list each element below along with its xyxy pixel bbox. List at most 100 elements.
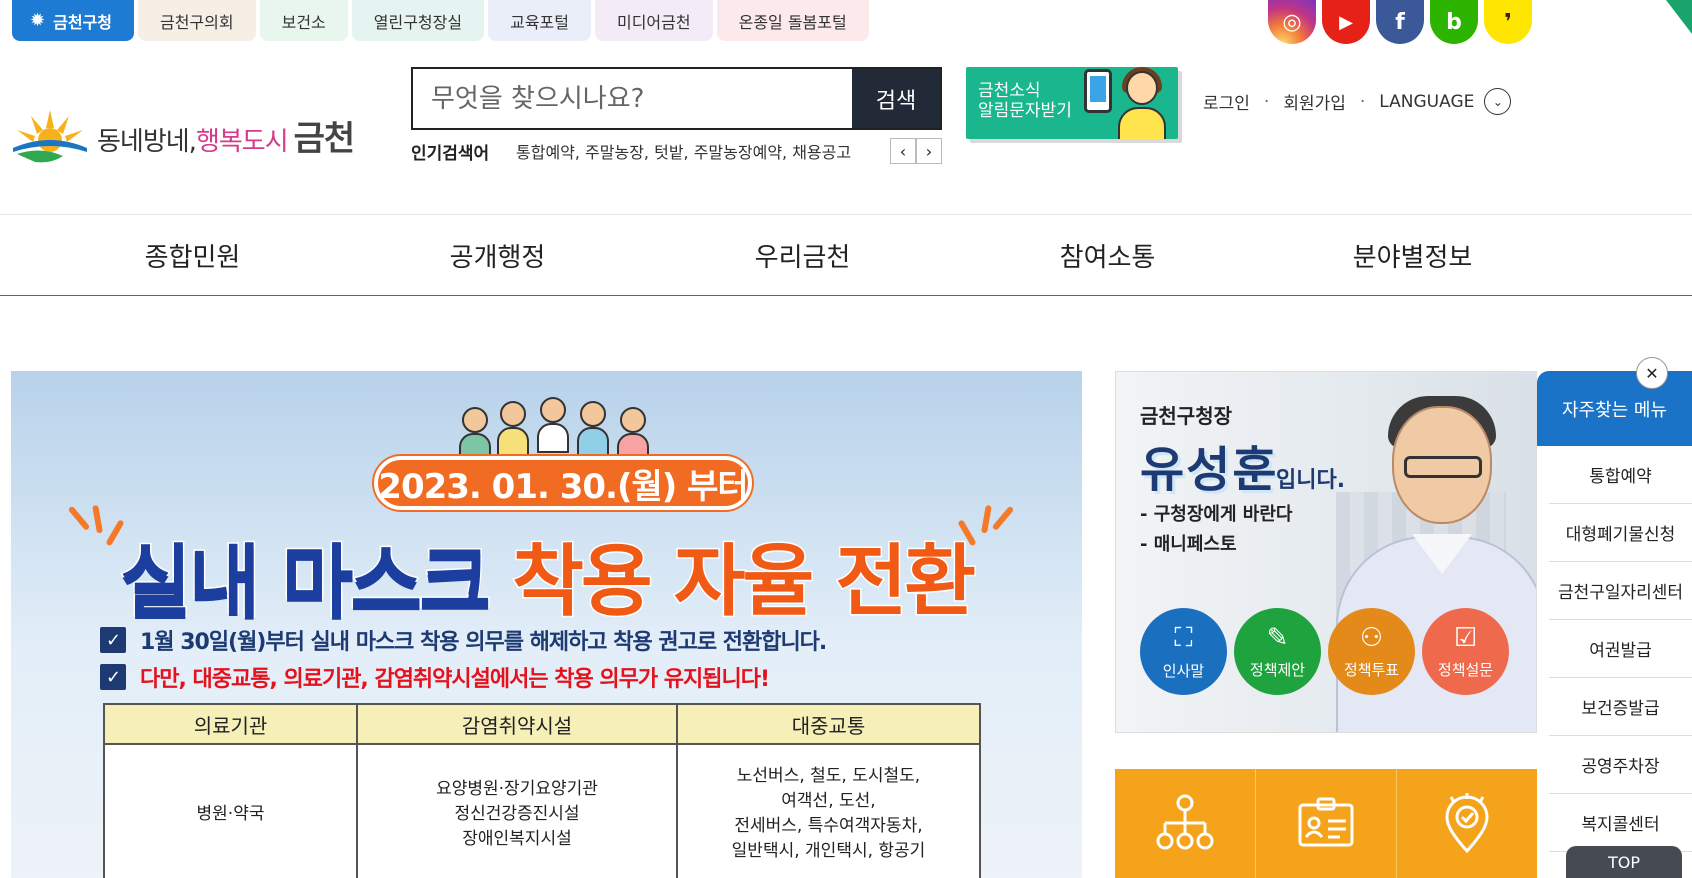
favorite-item-welfare-call[interactable]: 복지콜센터 bbox=[1549, 794, 1692, 852]
kakao-icon[interactable]: ❜ bbox=[1484, 0, 1532, 44]
popular-label: 인기검색어 bbox=[411, 143, 490, 164]
checkbox-icon: ✓ bbox=[100, 627, 126, 653]
site-tab-label: 보건소 bbox=[281, 12, 326, 32]
mayor-panel: 금천구청장 유성훈 입니다. - 구청장에게 바란다 - 매니페스토 ⛶ 인사말 … bbox=[1115, 371, 1537, 733]
favorite-item-bulky-waste[interactable]: 대형폐기물신청 bbox=[1549, 504, 1692, 562]
table-cell: 요양병원·장기요양기관 정신건강증진시설 장애인복지시설 bbox=[356, 743, 678, 878]
mayor-greeting-button[interactable]: ⛶ 인사말 bbox=[1140, 608, 1227, 695]
policy-proposal-button[interactable]: ✎ 정책제안 bbox=[1234, 608, 1321, 695]
survey-icon: ☑ bbox=[1453, 623, 1478, 653]
site-tab-label: 열린구청장실 bbox=[373, 12, 463, 32]
scroll-top-button[interactable]: TOP bbox=[1566, 846, 1682, 878]
sms-banner-line1: 금천소식 bbox=[978, 81, 1041, 101]
utility-links: 로그인 · 회원가입 · LANGUAGE ⌄ bbox=[1203, 88, 1512, 115]
location-pin-icon bbox=[1445, 792, 1489, 853]
blog-icon[interactable]: b bbox=[1430, 0, 1478, 44]
favorite-item-reservation[interactable]: 통합예약 bbox=[1549, 446, 1692, 504]
banner-title: 실내 마스크 착용 자율 전환 bbox=[11, 519, 1082, 631]
logo-sun-icon bbox=[13, 110, 87, 163]
site-tab-label: 미디어금천 bbox=[616, 12, 691, 32]
youtube-icon[interactable]: ▶ bbox=[1322, 0, 1370, 44]
site-tab-media[interactable]: 미디어금천 bbox=[594, 0, 713, 41]
facebook-icon[interactable]: f bbox=[1376, 0, 1424, 44]
policy-survey-button[interactable]: ☑ 정책설문 bbox=[1422, 608, 1509, 695]
gnb-item-civil-affairs[interactable]: 종합민원 bbox=[40, 215, 345, 295]
close-icon[interactable]: ✕ bbox=[1636, 357, 1668, 389]
site-logo[interactable]: 동네방네,행복도시 금천 bbox=[11, 106, 355, 164]
site-tab-label: 금천구의회 bbox=[159, 12, 234, 32]
site-tab-geumcheon[interactable]: ✹ 금천구청 bbox=[12, 0, 134, 41]
quick-links bbox=[1115, 769, 1537, 878]
id-card-icon bbox=[1298, 797, 1354, 846]
main-navigation: 종합민원 공개행정 우리금천 참여소통 분야별정보 bbox=[0, 214, 1692, 296]
site-tab-care[interactable]: 온종일 돌봄포털 bbox=[716, 0, 869, 41]
gnb-item-field-info[interactable]: 분야별정보 bbox=[1260, 215, 1565, 295]
mayor-link-request[interactable]: - 구청장에게 바란다 bbox=[1140, 500, 1292, 526]
quick-link-organization[interactable] bbox=[1115, 769, 1256, 878]
person-illustration bbox=[1114, 67, 1170, 139]
quick-link-location[interactable] bbox=[1397, 769, 1537, 878]
popular-nav: ‹ › bbox=[890, 138, 942, 164]
logo-flower-icon: ✹ bbox=[30, 10, 46, 31]
chevron-down-icon[interactable]: ⌄ bbox=[1484, 88, 1512, 115]
site-tab-label: 교육포털 bbox=[510, 12, 569, 32]
circle-label: 정책제안 bbox=[1249, 661, 1306, 679]
gnb-item-open-admin[interactable]: 공개행정 bbox=[345, 215, 650, 295]
mayor-suffix: 입니다. bbox=[1276, 468, 1346, 493]
checkbox-icon: ✓ bbox=[100, 664, 126, 690]
table-cell: 병원·약국 bbox=[103, 743, 358, 878]
favorite-item-parking[interactable]: 공영주차장 bbox=[1549, 736, 1692, 794]
popular-keyword-list[interactable]: 통합예약, 주말농장, 텃밭, 주말농장예약, 채용공고 bbox=[516, 139, 886, 163]
circle-label: 정책설문 bbox=[1437, 661, 1494, 679]
sns-links: ◎ ▶ f b ❜ bbox=[1268, 0, 1532, 44]
site-tab-education[interactable]: 교육포털 bbox=[488, 0, 591, 41]
gnb-item-our-geumcheon[interactable]: 우리금천 bbox=[650, 215, 955, 295]
site-tab-council[interactable]: 금천구의회 bbox=[137, 0, 256, 41]
logo-text: 동네방네,행복도시 금천 bbox=[97, 111, 355, 160]
org-chart-icon bbox=[1156, 794, 1214, 849]
favorite-menu-title: 자주찾는 메뉴 bbox=[1537, 371, 1692, 446]
cheering-people-illustration bbox=[441, 375, 671, 463]
podium-icon: ⛶ bbox=[1174, 622, 1193, 653]
pencil-icon: ✎ bbox=[1266, 623, 1289, 653]
chevron-right-icon[interactable]: › bbox=[916, 138, 942, 164]
sms-subscribe-banner[interactable]: 금천소식 알림문자받기 bbox=[966, 67, 1178, 139]
policy-vote-button[interactable]: ⚇ 정책투표 bbox=[1328, 608, 1415, 695]
banner-check-2: ✓ 다만, 대중교통, 의료기관, 감염취약시설에서는 착용 의무가 유지됩니다… bbox=[100, 661, 770, 693]
table-header: 대중교통 bbox=[676, 703, 981, 745]
sms-banner-text: 금천소식 알림문자받기 bbox=[978, 81, 1072, 121]
mayor-label: 금천구청장 bbox=[1140, 404, 1232, 428]
banner-date: 2023. 01. 30.(월) 부터 bbox=[374, 456, 752, 510]
phone-icon bbox=[1084, 69, 1112, 113]
instagram-icon[interactable]: ◎ bbox=[1268, 0, 1316, 44]
people-icon: ⚇ bbox=[1359, 623, 1384, 653]
site-tab-label: 온종일 돌봄포털 bbox=[738, 12, 847, 32]
banner-check-2-text: 다만, 대중교통, 의료기관, 감염취약시설에서는 착용 의무가 유지됩니다! bbox=[140, 667, 770, 692]
search-box: 검색 bbox=[411, 67, 942, 130]
site-tabs: ✹ 금천구청 금천구의회 보건소 열린구청장실 교육포털 미디어금천 온종일 돌… bbox=[12, 0, 869, 41]
signup-link[interactable]: 회원가입 bbox=[1283, 89, 1346, 114]
table-cell: 노선버스, 철도, 도시철도, 여객선, 도선, 전세버스, 특수여객자동차, … bbox=[676, 743, 981, 878]
favorite-item-health-cert[interactable]: 보건증발급 bbox=[1549, 678, 1692, 736]
mayor-link-manifesto[interactable]: - 매니페스토 bbox=[1140, 530, 1237, 556]
gnb-item-participation[interactable]: 참여소통 bbox=[955, 215, 1260, 295]
site-tab-health[interactable]: 보건소 bbox=[259, 0, 348, 41]
sms-banner-line2: 알림문자받기 bbox=[978, 101, 1072, 121]
language-link[interactable]: LANGUAGE bbox=[1379, 92, 1474, 112]
separator: · bbox=[1263, 91, 1270, 112]
banner-check-1-text: 1월 30일(월)부터 실내 마스크 착용 의무를 해제하고 착용 권고로 전환… bbox=[140, 630, 827, 655]
chevron-left-icon[interactable]: ‹ bbox=[890, 138, 916, 164]
favorite-item-passport[interactable]: 여권발급 bbox=[1549, 620, 1692, 678]
mayor-name: 유성훈 bbox=[1140, 442, 1279, 498]
mayor-circle-menu: ⛶ 인사말 ✎ 정책제안 ⚇ 정책투표 ☑ 정책설문 bbox=[1140, 608, 1509, 695]
search-button[interactable]: 검색 bbox=[852, 69, 940, 128]
favorite-item-job-center[interactable]: 금천구일자리센터 bbox=[1549, 562, 1692, 620]
banner-check-1: ✓ 1월 30일(월)부터 실내 마스크 착용 의무를 해제하고 착용 권고로 … bbox=[100, 624, 827, 656]
main-visual-banner[interactable]: 2023. 01. 30.(월) 부터 실내 마스크 착용 자율 전환 ✓ 1월… bbox=[11, 371, 1082, 878]
search-input[interactable] bbox=[413, 69, 852, 128]
separator: · bbox=[1359, 91, 1366, 112]
login-link[interactable]: 로그인 bbox=[1203, 89, 1250, 114]
favorite-menu-list: 통합예약 대형폐기물신청 금천구일자리센터 여권발급 보건증발급 공영주차장 복… bbox=[1537, 446, 1692, 852]
quick-link-staff-search[interactable] bbox=[1256, 769, 1397, 878]
site-tab-mayor-office[interactable]: 열린구청장실 bbox=[351, 0, 485, 41]
